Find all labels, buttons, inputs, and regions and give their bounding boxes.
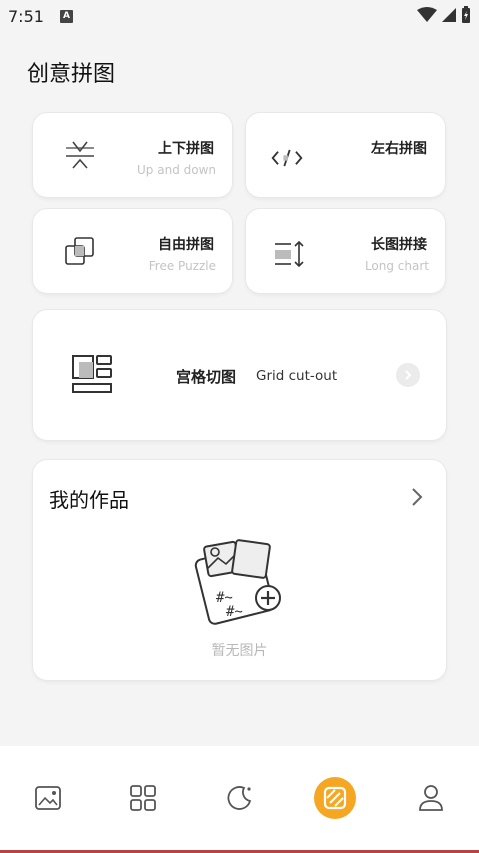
free-puzzle-icon — [65, 237, 94, 265]
nav-gallery[interactable] — [32, 782, 64, 814]
tile-title: 左右拼图 — [371, 141, 427, 157]
tile-long-chart[interactable]: 长图拼接 Long chart — [246, 209, 445, 293]
bottom-nav — [0, 746, 479, 850]
tile-subtitle: Up and down — [137, 163, 216, 177]
status-bar: 7:51 A — [0, 0, 479, 32]
profile-icon — [419, 785, 443, 811]
status-icons — [417, 6, 471, 24]
battery-icon — [462, 6, 470, 23]
tile-title: 长图拼接 — [371, 237, 427, 253]
horizontal-collage-icon — [271, 149, 303, 167]
grid-cut-title: 宫格切图 — [176, 368, 237, 386]
empty-state-text: 暂无图片 — [211, 643, 268, 659]
tile-left-and-right[interactable]: 左右拼图 — [246, 113, 445, 197]
nav-apps[interactable] — [127, 782, 159, 814]
status-time: 7:51 — [8, 6, 44, 26]
nav-profile[interactable] — [415, 782, 447, 814]
tile-free-puzzle[interactable]: 自由拼图 Free Puzzle — [33, 209, 232, 293]
my-works-title: 我的作品 — [49, 488, 129, 512]
tile-up-and-down[interactable]: 上下拼图 Up and down — [33, 113, 232, 197]
chevron-right-icon[interactable] — [396, 363, 420, 387]
grid-cut-subtitle: Grid cut-out — [256, 368, 338, 384]
page-title: 创意拼图 — [27, 62, 116, 87]
long-image-icon — [275, 240, 304, 268]
moon-icon — [227, 786, 252, 810]
signal-icon — [442, 8, 456, 22]
grid-cut-icon — [72, 355, 112, 393]
image-icon — [35, 786, 61, 810]
tile-title: 上下拼图 — [158, 141, 214, 157]
empty-gallery-illustration: #~ #~ — [194, 539, 281, 625]
svg-text:#~: #~ — [226, 604, 243, 620]
tile-subtitle: Free Puzzle — [148, 259, 216, 273]
notification-icon: A — [59, 9, 73, 23]
grid-cut-card[interactable]: 宫格切图 Grid cut-out — [33, 310, 446, 440]
my-works-card: 我的作品 #~ #~ 暂无图片 — [33, 460, 446, 680]
nav-night[interactable] — [223, 782, 255, 814]
nav-collage[interactable] — [314, 777, 356, 819]
wifi-icon — [417, 7, 437, 22]
chevron-right-icon[interactable] — [410, 486, 424, 508]
tile-title: 自由拼图 — [158, 237, 214, 253]
apps-icon — [130, 785, 156, 811]
tile-subtitle: Long chart — [364, 259, 429, 273]
vertical-collage-icon — [66, 141, 94, 169]
collage-icon — [323, 786, 347, 810]
